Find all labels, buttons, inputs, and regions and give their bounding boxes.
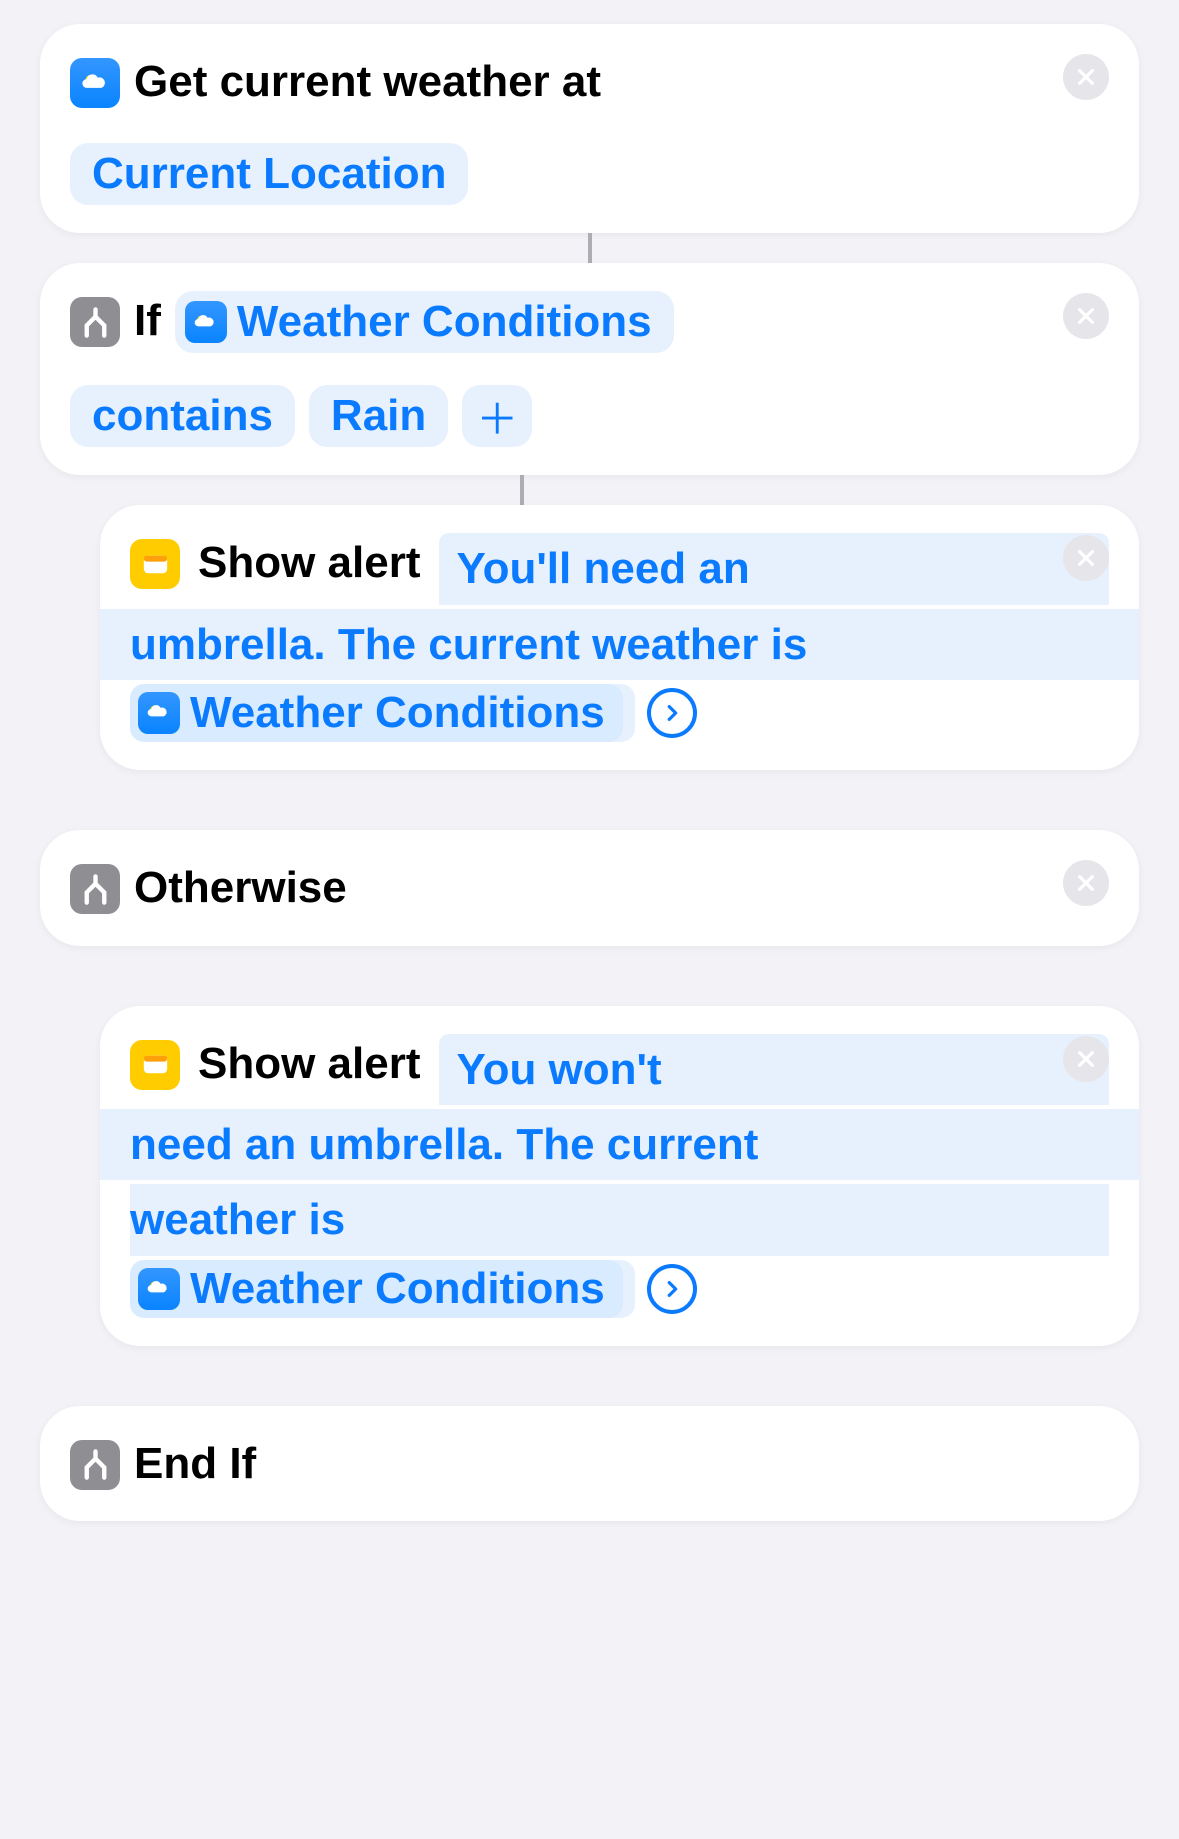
alert-text[interactable]: weather is xyxy=(130,1184,1109,1255)
alert-text[interactable]: umbrella. The current weather is xyxy=(100,609,1139,680)
action-title: Show alert xyxy=(198,533,421,592)
close-icon[interactable] xyxy=(1063,860,1109,906)
action-title: Get current weather at xyxy=(134,52,601,111)
variable-label: Weather Conditions xyxy=(190,1264,605,1314)
action-title: Show alert xyxy=(198,1034,421,1093)
action-otherwise[interactable]: Otherwise xyxy=(40,830,1139,945)
connector-line xyxy=(588,233,592,263)
alert-icon xyxy=(130,1040,180,1090)
weather-icon xyxy=(70,58,120,108)
variable-pill-weather-conditions[interactable]: Weather Conditions xyxy=(130,1260,623,1318)
alert-text[interactable]: You won't xyxy=(439,1034,1110,1105)
add-condition-button[interactable]: ＋ xyxy=(462,385,532,447)
close-icon[interactable] xyxy=(1063,54,1109,100)
variable-label: Weather Conditions xyxy=(190,688,605,738)
weather-icon xyxy=(138,1268,180,1310)
close-icon[interactable] xyxy=(1063,1036,1109,1082)
alert-text[interactable]: need an umbrella. The current xyxy=(100,1109,1139,1180)
branch-icon xyxy=(70,1440,120,1490)
action-get-weather[interactable]: Get current weather at Current Location xyxy=(40,24,1139,233)
operator-pill[interactable]: contains xyxy=(70,385,295,447)
action-if[interactable]: If Weather Conditions contains Rain ＋ xyxy=(40,263,1139,475)
if-title: If xyxy=(134,291,161,350)
branch-icon xyxy=(70,864,120,914)
expand-button[interactable] xyxy=(647,688,697,738)
variable-label: Weather Conditions xyxy=(237,297,652,347)
alert-icon xyxy=(130,539,180,589)
endif-title: End If xyxy=(134,1434,256,1493)
otherwise-title: Otherwise xyxy=(134,858,347,917)
action-show-alert-else[interactable]: Show alert You won't need an umbrella. T… xyxy=(100,1006,1139,1346)
location-pill[interactable]: Current Location xyxy=(70,143,468,205)
weather-icon xyxy=(138,692,180,734)
action-end-if[interactable]: End If xyxy=(40,1406,1139,1521)
action-show-alert-if[interactable]: Show alert You'll need an umbrella. The … xyxy=(100,505,1139,770)
weather-icon xyxy=(185,301,227,343)
value-pill[interactable]: Rain xyxy=(309,385,448,447)
expand-button[interactable] xyxy=(647,1264,697,1314)
variable-pill-weather-conditions[interactable]: Weather Conditions xyxy=(130,684,623,742)
variable-pill-weather-conditions[interactable]: Weather Conditions xyxy=(175,291,674,353)
branch-icon xyxy=(70,297,120,347)
connector-line xyxy=(520,475,524,505)
alert-text[interactable]: You'll need an xyxy=(439,533,1110,604)
